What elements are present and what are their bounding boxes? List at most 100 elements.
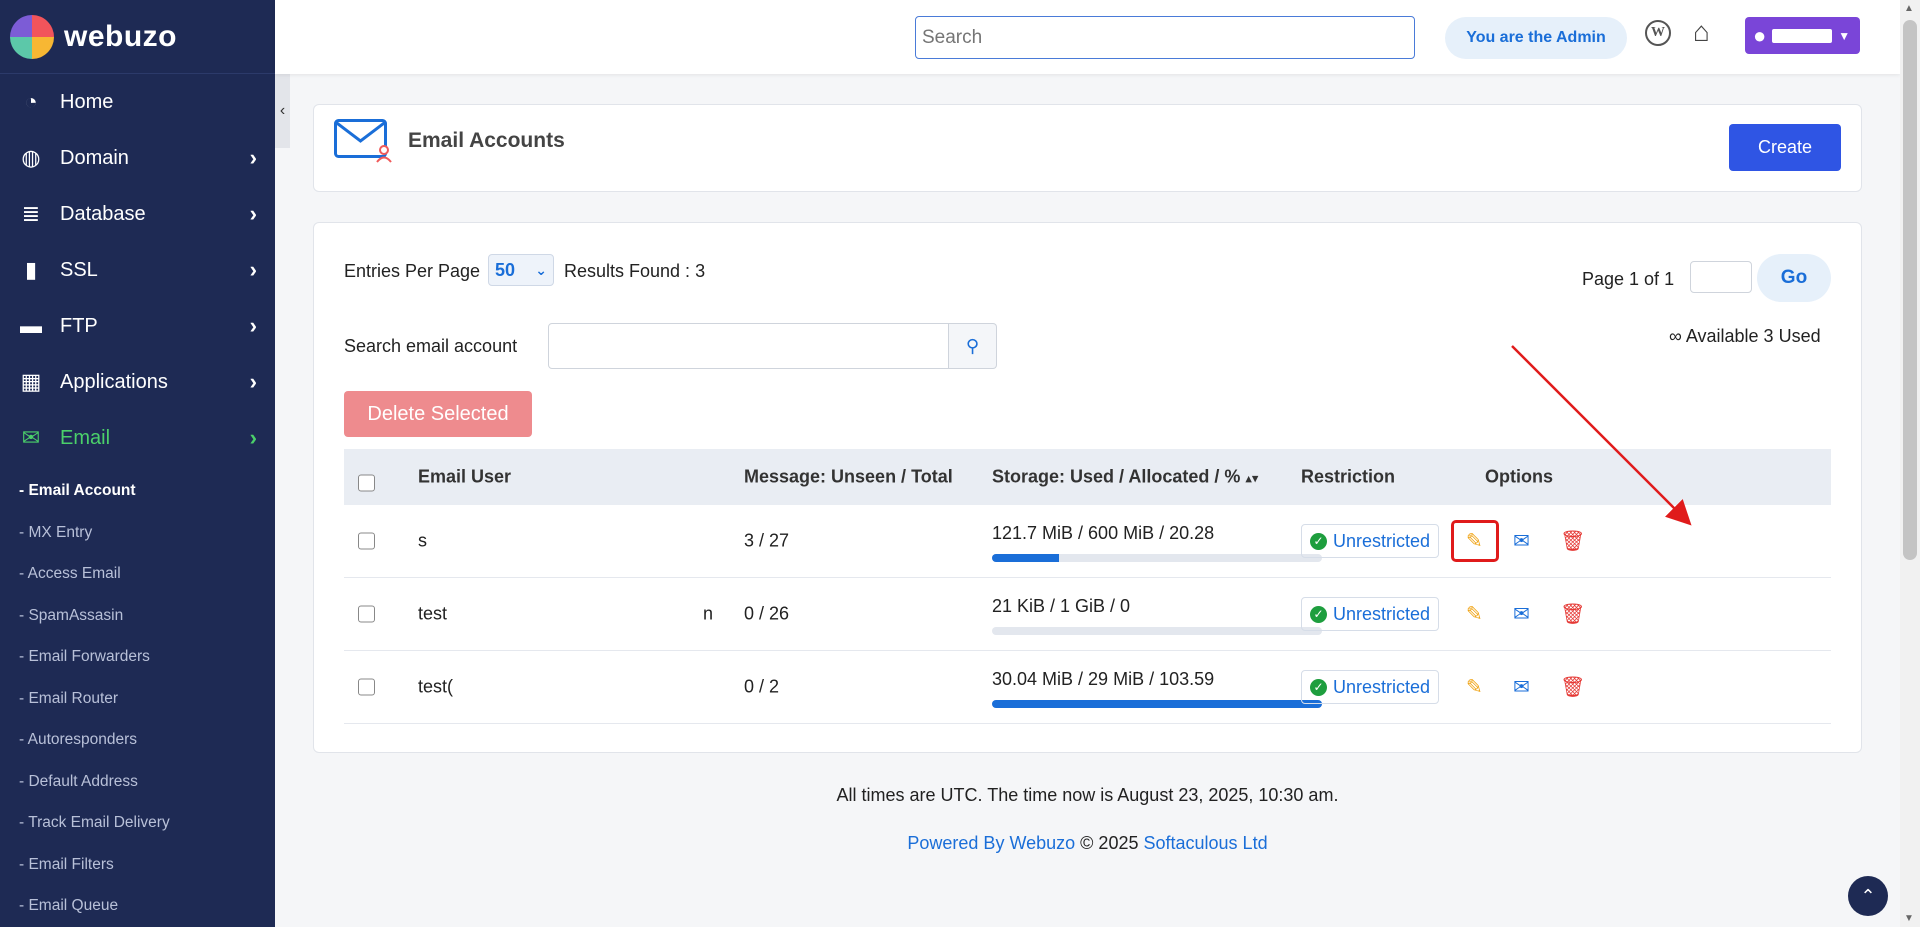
message-count: 3 / 27 (744, 530, 790, 551)
search-icon: ⚲ (965, 336, 980, 356)
scrollbar-thumb[interactable] (1903, 20, 1917, 560)
go-button[interactable]: Go (1757, 254, 1831, 302)
sidebar-collapse-button[interactable]: ‹ (275, 74, 290, 148)
chevron-right-icon: › (249, 145, 257, 170)
home-icon[interactable]: ⌂ (1693, 16, 1710, 48)
sidebar-item-email[interactable]: ✉ Email › (0, 410, 275, 466)
sidebar-item-applications[interactable]: ▦ Applications › (0, 354, 275, 410)
sidebar-item-database[interactable]: ≣ Database › (0, 186, 275, 242)
edit-icon[interactable]: ✎ (1466, 602, 1483, 627)
server-time-text: All times are UTC. The time now is Augus… (836, 785, 1339, 805)
entries-per-page-select[interactable]: 50 ⌄ (488, 254, 554, 286)
global-search-input[interactable] (915, 16, 1415, 59)
email-accounts-table: Email User Message: Unseen / Total Stora… (344, 449, 1831, 724)
file-icon: ▮ (24, 257, 38, 282)
edit-icon[interactable]: ✎ (1466, 529, 1483, 554)
webmail-icon[interactable]: ✉ (1513, 675, 1530, 700)
chevron-right-icon: › (249, 257, 257, 282)
submenu-default-address[interactable]: - Default Address (0, 761, 275, 803)
sidebar-item-ssl[interactable]: ▮ SSL › (0, 242, 275, 298)
webmail-icon[interactable]: ✉ (1513, 602, 1530, 627)
restriction-label: Unrestricted (1333, 530, 1431, 551)
select-all-checkbox[interactable] (358, 474, 375, 492)
sidebar-item-home[interactable]: ◔ Home (0, 74, 275, 130)
submenu-access-email[interactable]: - Access Email (0, 553, 275, 595)
sidebar-item-label: SSL (60, 258, 98, 281)
quota-available: ∞ Available 3 Used (1669, 326, 1821, 346)
email-submenu: - Email Account - MX Entry - Access Emai… (0, 466, 275, 927)
sidebar-item-label: Database (60, 202, 146, 225)
edit-icon[interactable]: ✎ (1466, 675, 1483, 700)
user-icon: ● (1753, 22, 1767, 48)
header-email-user: Email User (418, 466, 512, 487)
envelope-icon: ✉ (21, 425, 41, 450)
page-title: Email Accounts (408, 129, 565, 152)
row-checkbox[interactable] (358, 605, 375, 623)
company-link[interactable]: Softaculous Ltd (1144, 833, 1268, 853)
powered-by: Powered By Webuzo © 2025 Softaculous Ltd (275, 833, 1900, 854)
check-circle-icon: ✓ (1310, 605, 1327, 623)
sidebar-item-label: Home (60, 90, 114, 113)
table-row: test n 0 / 26 21 KiB / 1 GiB / 0 ✓ Unres… (344, 578, 1831, 651)
submenu-email-filters[interactable]: - Email Filters (0, 844, 275, 886)
submenu-email-forwarders[interactable]: - Email Forwarders (0, 636, 275, 678)
scroll-down-arrow-icon[interactable]: ▼ (1904, 913, 1914, 924)
create-button[interactable]: Create (1729, 124, 1841, 171)
sidebar-item-label: Domain (60, 146, 129, 169)
powered-by-link[interactable]: Powered By Webuzo (907, 833, 1075, 853)
brand-name: webuzo (64, 19, 177, 53)
email-user[interactable]: s (418, 531, 427, 552)
logo[interactable]: webuzo (0, 0, 275, 74)
submenu-track-email-delivery[interactable]: - Track Email Delivery (0, 802, 275, 844)
trash-icon[interactable]: 🗑 (1560, 602, 1585, 627)
admin-badge[interactable]: You are the Admin (1445, 17, 1627, 59)
sidebar-item-label: FTP (60, 314, 98, 337)
restriction-badge[interactable]: ✓ Unrestricted (1301, 670, 1440, 704)
trash-icon[interactable]: 🗑 (1560, 675, 1585, 700)
storage-usage: 21 KiB / 1 GiB / 0 (992, 596, 1131, 616)
search-email-label: Search email account (344, 336, 518, 356)
user-menu-button[interactable]: ● ▼ (1745, 17, 1860, 54)
row-checkbox[interactable] (358, 678, 375, 696)
scroll-to-top-button[interactable]: ⌃ (1848, 876, 1888, 916)
search-email-input[interactable] (548, 323, 949, 369)
username-redacted (1772, 28, 1833, 43)
webuzo-logo-icon (10, 14, 54, 59)
search-button[interactable]: ⚲ (949, 323, 997, 369)
caret-down-icon: ▼ (1838, 28, 1851, 43)
database-icon: ≣ (21, 201, 41, 226)
submenu-email-account[interactable]: - Email Account (0, 470, 275, 512)
restriction-badge[interactable]: ✓ Unrestricted (1301, 524, 1440, 558)
delete-selected-button[interactable]: Delete Selected (344, 391, 532, 437)
sidebar-item-domain[interactable]: ◍ Domain › (0, 130, 275, 186)
header-message: Message: Unseen / Total (744, 466, 953, 487)
submenu-mx-entry[interactable]: - MX Entry (0, 512, 275, 554)
storage-progress-bar (992, 554, 1322, 562)
trash-icon[interactable]: 🗑 (1560, 529, 1585, 554)
sidebar-item-ftp[interactable]: ▬ FTP › (0, 298, 275, 354)
wordpress-icon[interactable]: W (1645, 20, 1671, 46)
header-options: Options (1485, 466, 1553, 487)
email-user-prefix: test (418, 603, 448, 624)
page-number-input[interactable] (1690, 261, 1752, 293)
sidebar-item-label: Applications (60, 370, 168, 393)
webmail-icon[interactable]: ✉ (1513, 529, 1530, 554)
storage-progress-bar (992, 700, 1322, 708)
submenu-email-queue[interactable]: - Email Queue (0, 885, 275, 927)
page-scrollbar[interactable]: ▲ ▼ (1900, 0, 1920, 927)
check-circle-icon: ✓ (1310, 678, 1327, 696)
header-restriction: Restriction (1301, 466, 1396, 487)
sidebar-item-label: Email (60, 426, 111, 449)
folder-icon: ▬ (20, 313, 42, 338)
email-user[interactable]: test( (418, 677, 453, 698)
email-user[interactable]: test n (418, 604, 718, 625)
submenu-email-router[interactable]: - Email Router (0, 678, 275, 720)
sort-icon: ▴▾ (1245, 470, 1259, 486)
submenu-spamassasin[interactable]: - SpamAssasin (0, 595, 275, 637)
submenu-autoresponders[interactable]: - Autoresponders (0, 719, 275, 761)
row-checkbox[interactable] (358, 532, 375, 550)
scroll-up-arrow-icon[interactable]: ▲ (1904, 3, 1914, 14)
chevron-right-icon: › (249, 425, 257, 450)
restriction-badge[interactable]: ✓ Unrestricted (1301, 597, 1440, 631)
header-storage[interactable]: Storage: Used / Allocated / % ▴▾ (992, 467, 1258, 488)
